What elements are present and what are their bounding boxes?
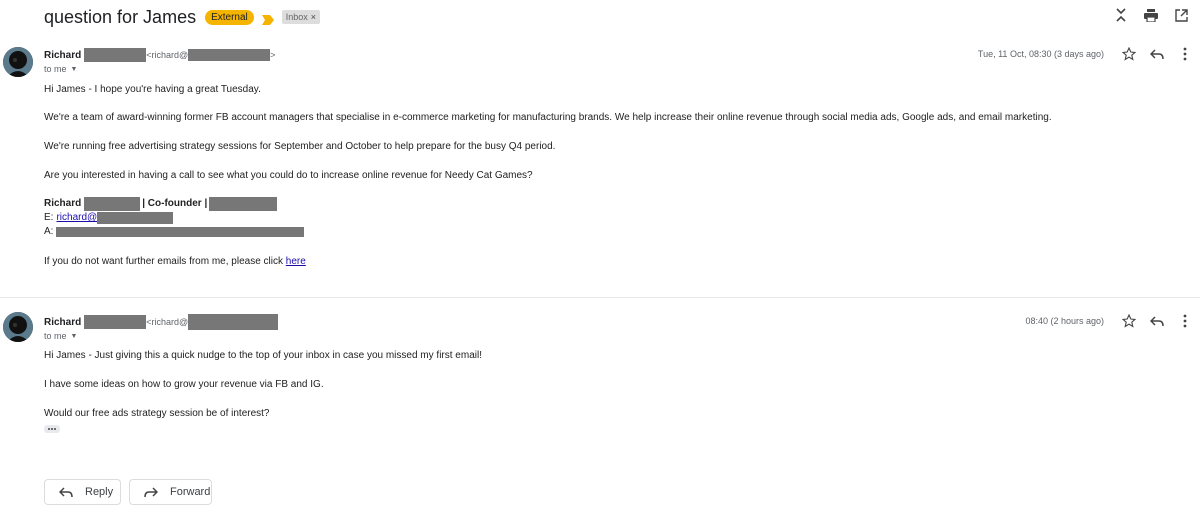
open-in-new-window-icon[interactable] bbox=[1174, 8, 1188, 22]
recipient-details-toggle[interactable]: to me ▼ bbox=[44, 64, 77, 74]
forward-icon bbox=[144, 486, 158, 498]
email-greeting: Hi James - I hope you're having a great … bbox=[44, 84, 261, 95]
sender-name: Richard bbox=[44, 49, 82, 61]
print-icon[interactable] bbox=[1144, 8, 1158, 22]
forward-button[interactable]: Forward bbox=[129, 479, 212, 505]
email-subject: question for James bbox=[44, 6, 197, 27]
show-trimmed-content-button[interactable] bbox=[44, 425, 60, 433]
signature-email-label: E: bbox=[44, 212, 54, 223]
redacted-email-domain bbox=[188, 49, 271, 61]
reply-button[interactable]: Reply bbox=[44, 479, 121, 505]
sender-email: <richard@ > bbox=[146, 49, 275, 61]
redacted-address bbox=[56, 227, 305, 237]
reply-button-label: Reply bbox=[85, 486, 114, 498]
email-paragraph: Would our free ads strategy session be o… bbox=[44, 408, 270, 419]
sender-line: Richard <richard@ > bbox=[44, 48, 275, 62]
email-paragraph: Hi James - Just giving this a quick nudg… bbox=[44, 350, 482, 361]
unsubscribe-text: If you do not want further emails from m… bbox=[44, 256, 283, 267]
signature-email-line: E: richard@ bbox=[44, 211, 304, 225]
remove-label-icon[interactable]: × bbox=[311, 12, 316, 22]
email-signature: Richard | Co-founder | E: richard@ A: bbox=[44, 197, 305, 239]
email-paragraph: I have some ideas on how to grow your re… bbox=[44, 379, 324, 390]
thread-toolbar bbox=[1114, 8, 1188, 22]
email-paragraph: We're a team of award-winning former FB … bbox=[44, 112, 1052, 123]
chevron-down-icon: ▼ bbox=[70, 332, 78, 340]
redacted-surname bbox=[84, 315, 147, 329]
sender-name: Richard bbox=[44, 316, 82, 328]
message-date: Tue, 11 Oct, 08:30 (3 days ago) bbox=[977, 49, 1104, 59]
sender-email: <richard@ bbox=[146, 314, 279, 330]
signature-name: Richard bbox=[44, 198, 82, 209]
sender-email-suffix: > bbox=[270, 50, 276, 60]
to-me-label: to me bbox=[44, 331, 67, 341]
external-badge: External bbox=[205, 9, 254, 25]
reply-icon[interactable] bbox=[1150, 47, 1164, 61]
importance-marker-icon[interactable] bbox=[261, 12, 274, 25]
email-paragraph: Are you interested in having a call to s… bbox=[44, 170, 533, 181]
message-actions bbox=[1122, 47, 1192, 61]
redacted-email-domain bbox=[188, 314, 279, 330]
redacted-company bbox=[209, 197, 278, 211]
message-actions bbox=[1122, 314, 1192, 328]
more-options-icon[interactable] bbox=[1178, 47, 1192, 61]
signature-address-label: A: bbox=[44, 226, 54, 237]
signature-title: | Co-founder | bbox=[142, 198, 208, 209]
sender-line: Richard <richard@ bbox=[44, 314, 279, 330]
star-icon[interactable] bbox=[1122, 314, 1136, 328]
recipient-details-toggle[interactable]: to me ▼ bbox=[44, 331, 77, 341]
message-date: 08:40 (2 hours ago) bbox=[1025, 316, 1104, 326]
email-paragraph: We're running free advertising strategy … bbox=[44, 141, 556, 152]
inbox-label-text: Inbox bbox=[285, 12, 308, 22]
more-options-icon[interactable] bbox=[1178, 314, 1192, 328]
sender-avatar[interactable] bbox=[3, 47, 33, 77]
subject-row: question for James External Inbox × bbox=[44, 5, 321, 29]
chevron-down-icon: ▼ bbox=[70, 65, 78, 73]
unsubscribe-line: If you do not want further emails from m… bbox=[44, 256, 306, 267]
reply-icon bbox=[59, 486, 73, 498]
signature-email-link[interactable]: richard@ bbox=[56, 211, 97, 225]
signature-name-line: Richard | Co-founder | bbox=[44, 197, 304, 211]
signature-address-line: A: bbox=[44, 225, 305, 239]
message-divider bbox=[0, 297, 1200, 298]
sender-email-prefix: <richard@ bbox=[146, 50, 189, 60]
redacted-surname bbox=[84, 48, 147, 62]
sender-avatar[interactable] bbox=[3, 312, 33, 342]
to-me-label: to me bbox=[44, 64, 67, 74]
reply-icon[interactable] bbox=[1150, 314, 1164, 328]
sender-email-prefix: <richard@ bbox=[146, 317, 189, 327]
collapse-all-icon[interactable] bbox=[1114, 8, 1128, 22]
forward-button-label: Forward bbox=[170, 486, 211, 498]
redacted-surname bbox=[84, 197, 141, 211]
unsubscribe-link[interactable]: here bbox=[286, 256, 306, 267]
redacted-email-domain bbox=[97, 212, 174, 224]
star-icon[interactable] bbox=[1122, 47, 1136, 61]
inbox-label-chip[interactable]: Inbox × bbox=[281, 10, 321, 24]
